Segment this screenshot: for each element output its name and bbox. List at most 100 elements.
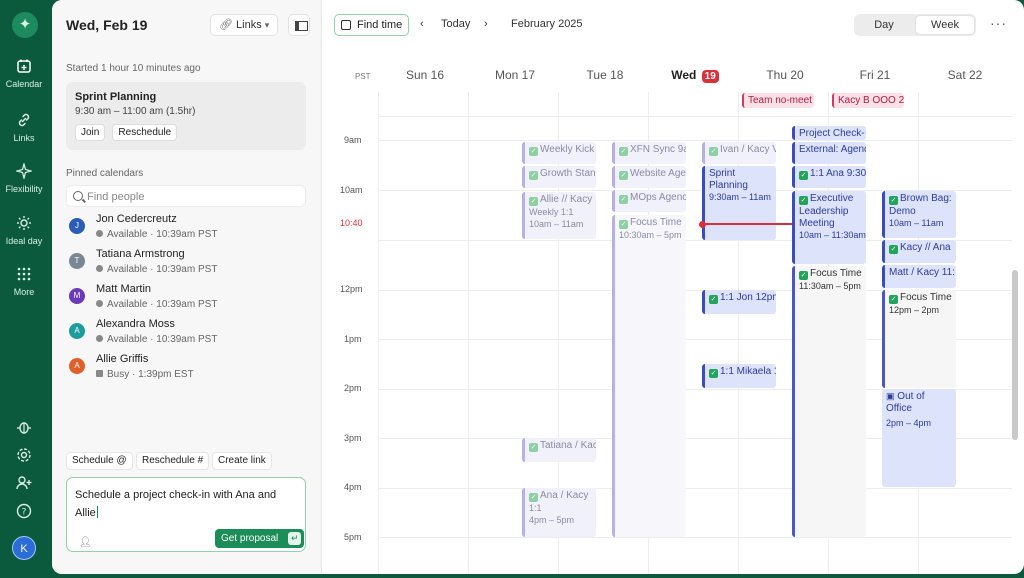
create-link-quick-action[interactable]: Create link [212, 452, 272, 470]
links-dropdown[interactable]: 🔗︎ Links ▾ [210, 14, 279, 36]
bug-icon[interactable] [16, 419, 32, 435]
calendar-event[interactable]: ✓ Website Age [612, 166, 686, 188]
find-time-label: Find time [357, 19, 403, 31]
event-title: Kacy // Ana [900, 242, 951, 253]
calendar-event[interactable]: ✓ Growth Stan [522, 166, 596, 188]
check-icon: ✓ [799, 271, 808, 280]
calendar-event[interactable]: ✓ Ivan / Kacy V [702, 142, 776, 164]
app-logo-icon[interactable]: ✦ [12, 12, 38, 38]
status-icon [96, 300, 103, 307]
add-user-icon[interactable] [16, 475, 32, 491]
calendar-event[interactable]: ✓ Brown Bag: Demo 10am – 11am [882, 191, 956, 238]
pinned-person[interactable]: T Tatiana Armstrong Available · 10:39am … [66, 248, 306, 280]
grid-line [378, 92, 379, 574]
calendar-event[interactable]: ✓ Weekly Kick [522, 142, 596, 164]
calendar-event[interactable]: Sprint Planning 9:30am – 11am [702, 166, 776, 240]
month-label: February 2025 [511, 18, 583, 30]
add-person-icon[interactable]: 👤︎ [79, 534, 92, 548]
find-time-button[interactable]: Find time [334, 14, 410, 36]
hour-label: 9am [344, 135, 362, 145]
day-header-tue[interactable]: Tue 18 [560, 68, 650, 82]
check-icon: ✓ [709, 295, 718, 304]
join-button[interactable]: Join [75, 124, 106, 141]
calendar-event[interactable]: ✓ Kacy // Ana [882, 240, 956, 263]
calendar-event[interactable]: ✓ Executive Leadership Meeting 10am – 11:… [792, 191, 866, 264]
calendar-event[interactable]: ▣ Out of Office 2pm – 4pm [882, 389, 956, 487]
event-time: 11:30am – 5pm [799, 281, 861, 291]
rail-label-ideal-day: Ideal day [5, 236, 43, 246]
grid-line [738, 92, 739, 574]
rail-item-more[interactable]: More [0, 266, 48, 298]
day-header-wed[interactable]: Wed 19 [650, 68, 740, 83]
meeting-time: 9:30 am – 11:00 am (1.5hr) [75, 106, 196, 117]
calendar-event[interactable]: ✓1:1 Ana 9:30a [792, 166, 866, 188]
calendar-icon: ▣ [886, 391, 895, 401]
view-week-button[interactable]: Week [915, 15, 975, 35]
pinned-person[interactable]: A Alexandra Moss Available · 10:39am PST [66, 318, 306, 350]
calendar-event[interactable]: External: Agenc [792, 142, 866, 164]
grid-line [468, 92, 469, 574]
rail-item-flexibility[interactable]: Flexibility [0, 163, 48, 195]
pinned-person[interactable]: M Matt Martin Available · 10:39am PST [66, 283, 306, 315]
event-title: Tatiana / Kac [540, 440, 596, 451]
calendar-event[interactable]: ✓XFN Sync 9a [612, 142, 686, 164]
schedule-quick-action[interactable]: Schedule @ [66, 452, 133, 470]
pinned-person[interactable]: A Allie Griffis Busy · 1:39pm EST [66, 353, 306, 385]
event-subtitle: Weekly 1:1 [529, 207, 574, 217]
event-title: External: Agenc [799, 144, 866, 155]
user-avatar[interactable]: K [12, 536, 36, 560]
check-icon: ✓ [709, 147, 718, 156]
calendar-event[interactable]: ✓ MOps Agenc [612, 190, 686, 212]
person-name: Jon Cedercreutz [96, 213, 177, 225]
left-rail: ✦ Calendar Links Flexibility Ideal day M… [0, 0, 52, 578]
pinned-person[interactable]: J Jon Cedercreutz Available · 10:39am PS… [66, 213, 306, 245]
day-header-thu[interactable]: Thu 20 [740, 68, 830, 82]
calendar-event[interactable]: ✓ 1:1 Mikaela 1 [702, 364, 776, 388]
rail-item-ideal-day[interactable]: Ideal day [0, 215, 48, 247]
text-cursor [96, 506, 98, 518]
event-title: MOps Agenc [630, 192, 686, 203]
avatar: J [69, 218, 85, 234]
day-header-mon[interactable]: Mon 17 [470, 68, 560, 82]
next-week-chevron-icon[interactable]: › [484, 18, 488, 30]
reschedule-quick-action[interactable]: Reschedule # [136, 452, 210, 470]
calendar-event[interactable]: ✓ Focus Time 10:30am – 5pm [612, 215, 686, 537]
get-proposal-button[interactable]: Get proposal ↵ [215, 529, 305, 548]
toggle-panel-icon[interactable] [288, 14, 310, 36]
today-badge: 19 [701, 70, 719, 83]
help-icon[interactable]: ? [16, 503, 32, 519]
calendar-event[interactable]: Matt / Kacy 11: [882, 265, 956, 288]
person-name: Matt Martin [96, 283, 152, 295]
day-header-fri[interactable]: Fri 21 [830, 68, 920, 82]
calendar-event[interactable]: ✓ Allie // Kacy Weekly 1:1 10am – 11am [522, 192, 596, 239]
vertical-scrollbar[interactable] [1012, 270, 1018, 440]
rail-item-links[interactable]: Links [0, 112, 48, 144]
event-time: 9:30am – 11am [709, 192, 771, 202]
calendar-event[interactable]: ✓ Tatiana / Kac [522, 438, 596, 462]
all-day-event[interactable]: Team no-meet [742, 93, 814, 108]
check-icon: ✓ [529, 493, 538, 502]
gear-icon[interactable] [16, 447, 32, 463]
link-icon [18, 113, 30, 127]
person-name: Tatiana Armstrong [96, 248, 185, 260]
calendar-event[interactable]: ✓ Focus Time 11:30am – 5pm [792, 266, 866, 537]
find-people-input[interactable]: Find people [66, 185, 306, 207]
more-options-icon[interactable]: ··· [990, 15, 1007, 31]
current-meeting-card[interactable]: Sprint Planning 9:30 am – 11:00 am (1.5h… [66, 82, 306, 150]
avatar: A [69, 358, 85, 374]
reschedule-button[interactable]: Reschedule [112, 124, 178, 141]
calendar-event[interactable]: ✓1:1 Jon 12pm [702, 290, 776, 314]
calendar-event[interactable]: ✓ Focus Time 12pm – 2pm [882, 290, 956, 388]
all-day-event[interactable]: Kacy B OOO 2 [832, 93, 904, 108]
calendar-event[interactable]: Project Check- [792, 126, 866, 140]
compose-input[interactable]: Schedule a project check-in with Ana and… [66, 477, 306, 552]
day-header-sun[interactable]: Sun 16 [380, 68, 470, 82]
check-icon: ✓ [709, 369, 718, 378]
calendar-event[interactable]: ✓ Ana / Kacy 1:1 4pm – 5pm [522, 488, 596, 537]
day-header-sat[interactable]: Sat 22 [920, 68, 1010, 82]
today-button[interactable]: Today [441, 18, 470, 30]
rail-item-calendar[interactable]: Calendar [0, 58, 48, 90]
view-day-button[interactable]: Day [854, 14, 914, 36]
event-subtitle: 1:1 [529, 503, 542, 513]
prev-week-chevron-icon[interactable]: ‹ [420, 18, 424, 30]
